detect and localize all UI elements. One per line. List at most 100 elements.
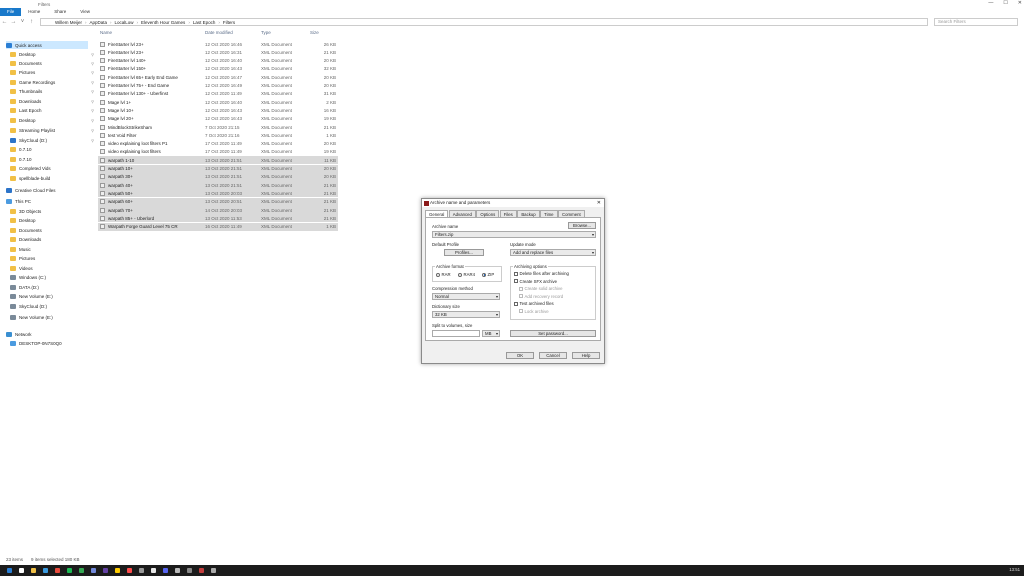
- file-row[interactable]: warpath 60+ 13 Oct 2020 20:51 XML Document…: [98, 197, 338, 206]
- tab-comment[interactable]: Comment: [558, 210, 585, 217]
- column-header-name[interactable]: Name: [100, 30, 112, 38]
- cancel-button[interactable]: Cancel: [539, 352, 567, 359]
- breadcrumb-item[interactable]: Filters: [223, 20, 235, 25]
- sidebar-item[interactable]: Downloads ⚲: [10, 97, 94, 105]
- browse-button[interactable]: Browse...: [568, 222, 596, 229]
- sidebar-item[interactable]: Last Epoch ⚲: [10, 106, 94, 114]
- taskbar-app-icon[interactable]: [139, 568, 144, 573]
- close-button[interactable]: ✕: [1018, 0, 1022, 6]
- sidebar-item[interactable]: Quick access: [6, 41, 88, 49]
- taskbar-app-icon[interactable]: [103, 568, 108, 573]
- taskbar-app-icon[interactable]: [175, 568, 180, 573]
- sidebar-item[interactable]: Pictures ⚲: [10, 68, 94, 76]
- sidebar-item[interactable]: Music: [10, 245, 88, 253]
- taskbar-app-icon[interactable]: [127, 568, 132, 573]
- sidebar-item[interactable]: Network: [6, 330, 88, 338]
- back-arrow-icon[interactable]: ←: [0, 19, 9, 25]
- taskbar-app-icon[interactable]: [19, 568, 24, 573]
- taskbar-app-icon[interactable]: [55, 568, 60, 573]
- file-row[interactable]: warpath 40+ 13 Oct 2020 21:51 XML Document…: [98, 181, 338, 190]
- sidebar-item[interactable]: Pictures: [10, 254, 88, 262]
- sidebar-item[interactable]: SkyCloud (D:): [10, 302, 88, 310]
- tab-files[interactable]: Files: [499, 210, 517, 217]
- compression-select[interactable]: Normal ▾: [432, 293, 500, 300]
- column-header-type[interactable]: Type: [261, 30, 271, 38]
- sidebar-item[interactable]: Desktop ⚲: [10, 50, 94, 58]
- sidebar-item[interactable]: 3D Objects: [10, 207, 88, 215]
- taskbar-app-icon[interactable]: [199, 568, 204, 573]
- sidebar-item[interactable]: Documents ⚲: [10, 59, 94, 67]
- sidebar-item[interactable]: Streaming Playlist ⚲: [10, 126, 94, 134]
- file-row[interactable]: FireStarter lvl 140+ 12 Oct 2020 16:40 XML…: [98, 57, 338, 65]
- taskbar-app-icon[interactable]: [115, 568, 120, 573]
- sidebar-item[interactable]: New Volume (E:): [10, 313, 88, 321]
- taskbar-app-icon[interactable]: [43, 568, 48, 573]
- file-row[interactable]: Mage lvl 10+ 12 Oct 2020 16:43 XML Documen…: [98, 106, 338, 114]
- split-unit-select[interactable]: MB ▾: [482, 330, 500, 337]
- sidebar-item[interactable]: DATA (D:): [10, 283, 88, 291]
- sidebar-item[interactable]: This PC: [6, 197, 88, 205]
- tab-view[interactable]: View: [73, 8, 97, 16]
- archive-name-field[interactable]: Filters.zip ▾: [432, 231, 596, 238]
- tab-advanced[interactable]: Advanced: [448, 210, 476, 217]
- file-row[interactable]: Mage lvl 1+ 12 Oct 2020 16:40 XML Document…: [98, 98, 338, 106]
- sidebar-item[interactable]: Downloads: [10, 235, 88, 243]
- file-row[interactable]: warpath 1-10 13 Oct 2020 21:51 XML Documen…: [98, 156, 338, 165]
- taskbar-app-icon[interactable]: [211, 568, 216, 573]
- split-size-input[interactable]: [432, 330, 480, 337]
- archiving-option-checkbox[interactable]: Create SFX archive: [514, 279, 557, 284]
- sidebar-item[interactable]: Videos: [10, 264, 88, 272]
- file-row[interactable]: FireStarter lvl 23+ 12 Oct 2020 16:46 XML …: [98, 40, 338, 48]
- sidebar-item[interactable]: Completed Vids: [10, 164, 88, 172]
- file-row[interactable]: FireStarter lvl 23+ 12 Oct 2020 16:31 XML …: [98, 48, 338, 56]
- breadcrumb-item[interactable]: LocalLow: [115, 20, 134, 25]
- file-row[interactable]: test Void Filter 7 Oct 2020 21:16 XML Docu…: [98, 131, 338, 139]
- tab-share[interactable]: Share: [47, 8, 73, 16]
- file-row[interactable]: FireStarter lvl 150+ 12 Oct 2020 16:43 XML…: [98, 65, 338, 73]
- column-header-size[interactable]: Size: [310, 30, 319, 38]
- file-row[interactable]: warpath 30+ 13 Oct 2020 21:51 XML Document…: [98, 172, 338, 181]
- search-input[interactable]: Search Filters: [934, 18, 1018, 26]
- sidebar-item[interactable]: Desktop: [10, 216, 88, 224]
- format-radio-zip[interactable]: ZIP: [482, 272, 494, 277]
- forward-arrow-icon[interactable]: →: [9, 19, 18, 25]
- file-row[interactable]: video explaining loot filters 17 Oct 2020…: [98, 148, 338, 156]
- tab-options[interactable]: Options: [476, 210, 500, 217]
- taskbar-app-icon[interactable]: [91, 568, 96, 573]
- file-row[interactable]: FireStarter lvl 65+ Early End Game 12 Oct…: [98, 73, 338, 81]
- taskbar-app-icon[interactable]: [163, 568, 168, 573]
- file-row[interactable]: video explaining loot filters P1 17 Oct 2…: [98, 140, 338, 148]
- recent-chevron-icon[interactable]: ˅: [18, 19, 27, 25]
- tab-time[interactable]: Time: [540, 210, 558, 217]
- profiles-button[interactable]: Profiles...: [444, 249, 484, 256]
- format-radio-rar4[interactable]: RAR4: [458, 272, 475, 277]
- archiving-option-checkbox[interactable]: Test archived files: [514, 301, 554, 306]
- file-row[interactable]: FireStarter lvl 75+ - End Game 12 Oct 202…: [98, 82, 338, 90]
- breadcrumb-item[interactable]: AppData: [90, 20, 108, 25]
- tab-home[interactable]: Home: [21, 8, 47, 16]
- up-arrow-icon[interactable]: ↑: [27, 19, 36, 25]
- dictionary-select[interactable]: 32 KB ▾: [432, 311, 500, 318]
- sidebar-item[interactable]: 0.7.10: [10, 155, 88, 163]
- file-row[interactable]: Warpath Forge Guard Level 75 CR 16 Oct 20…: [98, 222, 338, 231]
- tab-file[interactable]: File: [0, 8, 22, 16]
- sidebar-item[interactable]: Game Recordings ⚲: [10, 78, 94, 86]
- format-radio-rar[interactable]: RAR: [436, 272, 451, 277]
- file-row[interactable]: warpath 50+ 13 Oct 2020 20:03 XML Document…: [98, 189, 338, 198]
- file-row[interactable]: FireStarter lvl 130+ - Uberfinst 12 Oct 2…: [98, 90, 338, 98]
- taskbar-app-icon[interactable]: [151, 568, 156, 573]
- help-button[interactable]: Help: [572, 352, 600, 359]
- ok-button[interactable]: OK: [506, 352, 534, 359]
- sidebar-item[interactable]: Desktop ⚲: [10, 116, 94, 124]
- file-row[interactable]: warpath 70+ 14 Oct 2020 20:03 XML Document…: [98, 206, 338, 214]
- tab-general[interactable]: General: [425, 210, 449, 217]
- start-icon[interactable]: [7, 568, 12, 573]
- minimize-button[interactable]: —: [988, 0, 993, 6]
- file-row[interactable]: Mage lvl 20+ 12 Oct 2020 16:43 XML Documen…: [98, 115, 338, 123]
- address-bar[interactable]: Willem Meijer › AppData › LocalLow › Eleven…: [40, 18, 928, 26]
- archiving-option-checkbox[interactable]: Delete files after archiving: [514, 271, 569, 276]
- file-row[interactable]: MindBlockStrikeSham 7 Oct 2020 21:15 XML D…: [98, 123, 338, 131]
- taskbar-app-icon[interactable]: [67, 568, 72, 573]
- tab-backup[interactable]: Backup: [517, 210, 540, 217]
- file-row[interactable]: warpath 85+ - Uberlord 13 Oct 2020 11:53 X…: [98, 214, 338, 223]
